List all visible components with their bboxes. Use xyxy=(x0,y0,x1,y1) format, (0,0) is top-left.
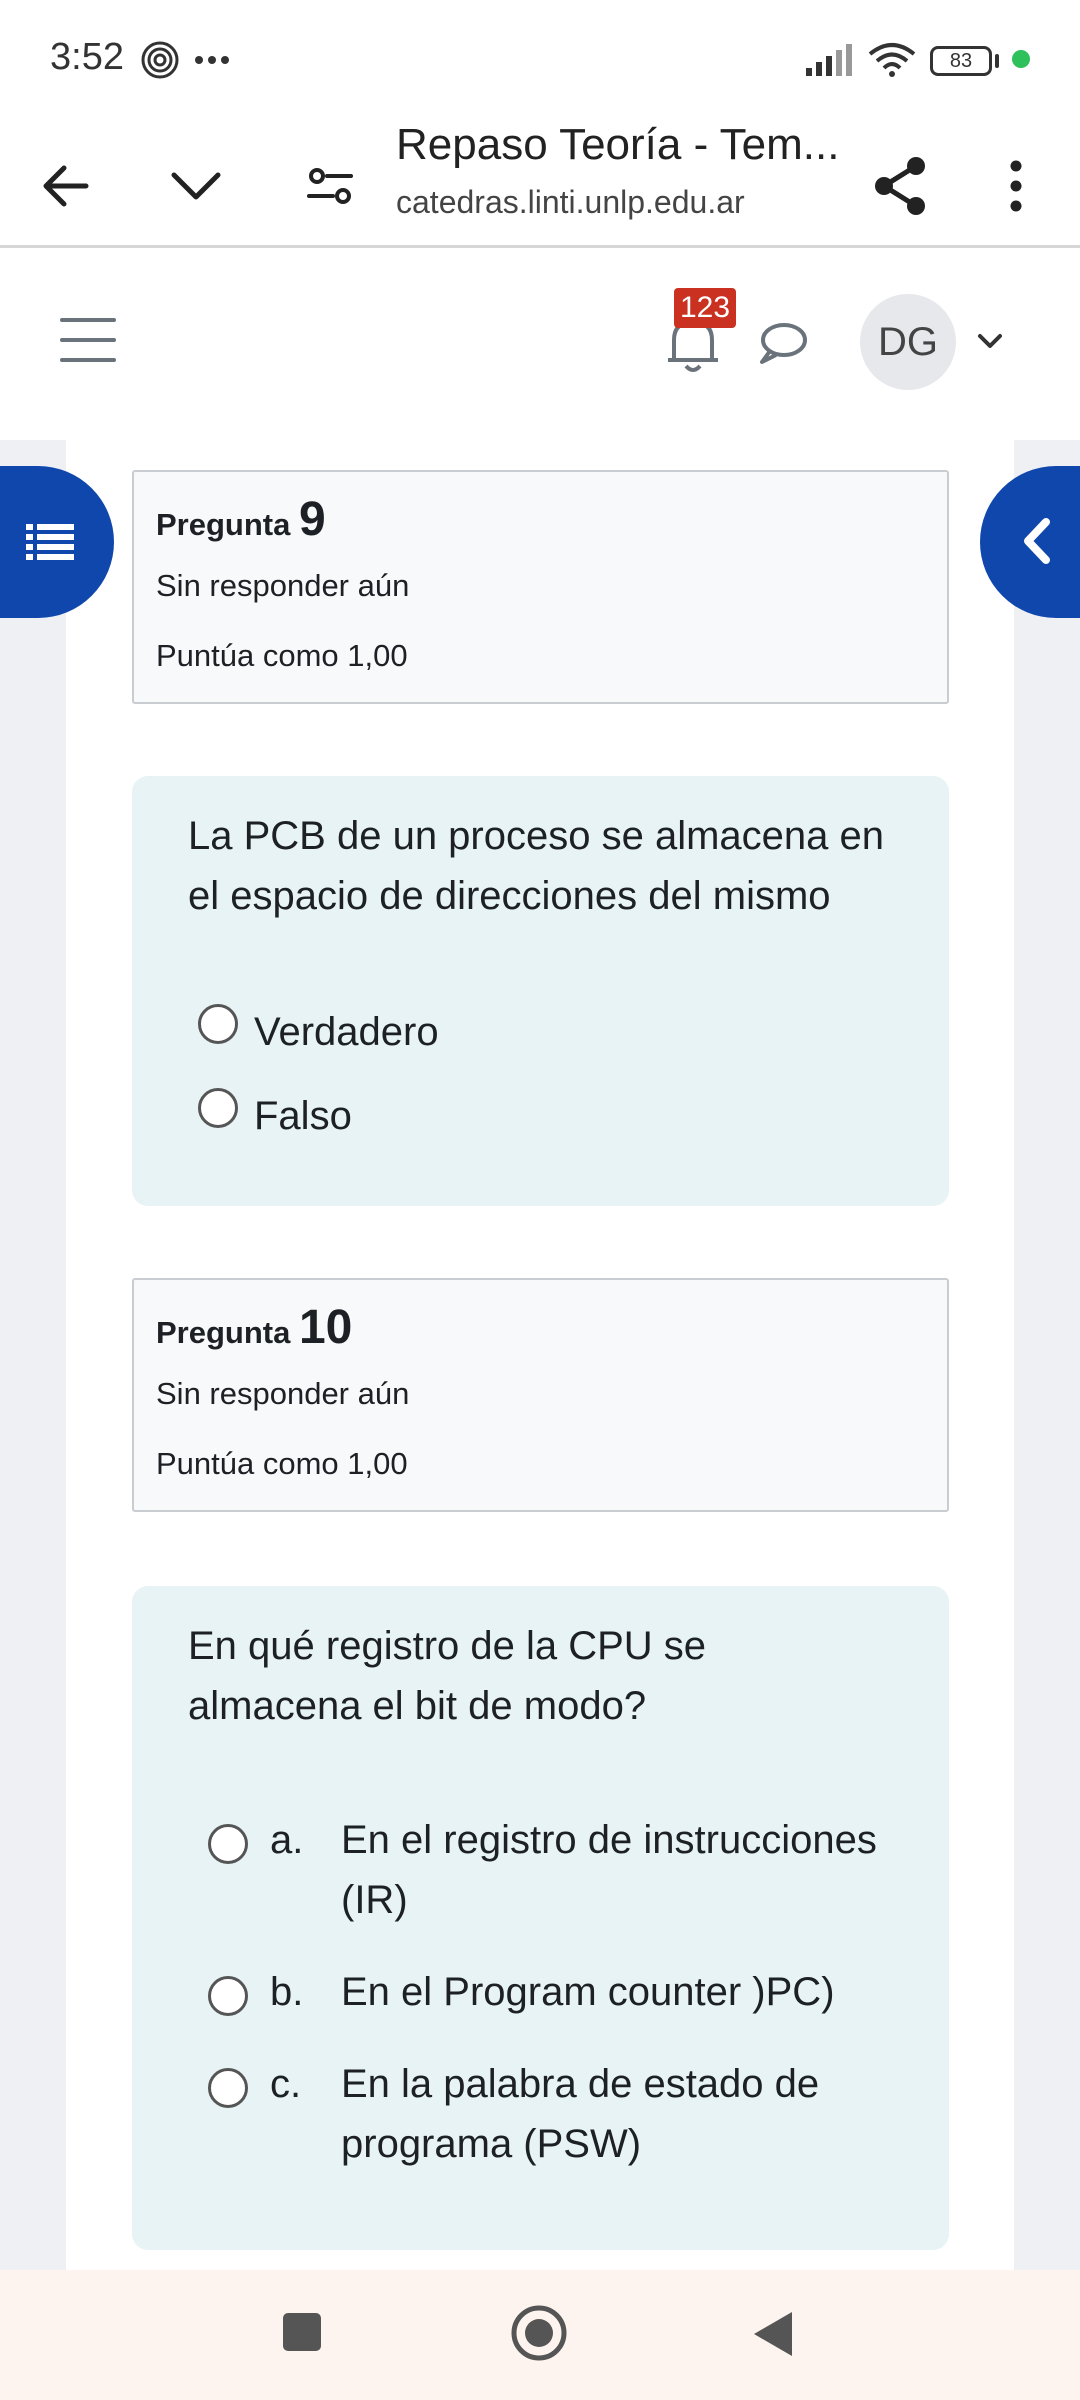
home-circle-icon[interactable] xyxy=(510,2304,568,2362)
radio-option-a[interactable] xyxy=(208,1824,248,1864)
chevron-left-icon xyxy=(1024,518,1050,564)
question-text: La PCB de un proceso se almacena en el e… xyxy=(188,814,884,918)
question-number-value: 9 xyxy=(298,493,326,546)
fingerprint-icon xyxy=(141,41,179,79)
question-content-10: En qué registro de la CPU se almacena el… xyxy=(132,1586,949,2250)
avatar[interactable]: DG xyxy=(860,294,956,390)
question-number: Pregunta 10 xyxy=(156,1300,352,1355)
list-icon xyxy=(26,524,74,560)
wifi-icon xyxy=(868,43,916,77)
privacy-indicator-dot xyxy=(1012,50,1030,68)
question-number-value: 10 xyxy=(298,1301,353,1354)
question-text: En qué registro de la CPU se almacena el… xyxy=(188,1624,707,1728)
site-header: 123 DG xyxy=(0,250,1080,440)
share-icon xyxy=(875,157,925,215)
radio-option-b[interactable] xyxy=(208,1976,248,2016)
battery-icon: 83 xyxy=(930,46,992,76)
minimize-button[interactable] xyxy=(160,150,232,222)
chevron-down-icon xyxy=(171,172,221,200)
system-navigation-bar xyxy=(0,2270,1080,2400)
question-info-10: Pregunta 10 Sin responder aún Puntúa com… xyxy=(132,1278,949,1512)
site-settings-button[interactable] xyxy=(294,150,366,222)
menu-icon[interactable] xyxy=(60,318,116,364)
arrow-left-icon xyxy=(43,165,89,207)
question-grade: Puntúa como 1,00 xyxy=(156,1446,408,1481)
chevron-down-icon[interactable] xyxy=(976,332,1004,352)
option-label[interactable]: Falso xyxy=(254,1086,352,1146)
question-state: Sin responder aún xyxy=(156,1376,410,1411)
question-number: Pregunta 9 xyxy=(156,492,326,547)
browser-toolbar: Repaso Teoría - Tem... catedras.linti.un… xyxy=(0,120,1080,248)
question-content-9: La PCB de un proceso se almacena en el e… xyxy=(132,776,949,1206)
option-label[interactable]: En la palabra de estado de programa (PSW… xyxy=(341,2054,901,2174)
option-label[interactable]: Verdadero xyxy=(254,1002,439,1062)
page-url[interactable]: catedras.linti.unlp.edu.ar xyxy=(396,184,745,221)
option-label[interactable]: En el registro de instrucciones (IR) xyxy=(341,1810,901,1930)
status-bar: 3:52 83 xyxy=(0,0,1080,120)
back-button[interactable] xyxy=(30,150,102,222)
question-info-9: Pregunta 9 Sin responder aún Puntúa como… xyxy=(132,470,949,704)
radio-option-c[interactable] xyxy=(208,2068,248,2108)
option-letter: c. xyxy=(270,2062,302,2106)
back-triangle-icon[interactable] xyxy=(752,2310,794,2358)
notification-count-badge: 123 xyxy=(674,288,736,328)
option-label[interactable]: En el Program counter )PC) xyxy=(341,1962,901,2022)
question-number-label: Pregunta xyxy=(156,507,291,542)
question-state: Sin responder aún xyxy=(156,568,410,603)
signal-icon xyxy=(806,44,852,76)
more-dots-icon xyxy=(195,56,229,64)
status-time: 3:52 xyxy=(50,36,124,78)
question-number-label: Pregunta xyxy=(156,1315,291,1350)
tune-icon xyxy=(307,168,353,204)
question-grade: Puntúa como 1,00 xyxy=(156,638,408,673)
radio-falso[interactable] xyxy=(198,1088,238,1128)
page-title[interactable]: Repaso Teoría - Tem... xyxy=(396,120,839,170)
share-button[interactable] xyxy=(860,146,940,226)
battery-tip xyxy=(995,54,999,68)
option-letter: a. xyxy=(270,1818,304,1862)
recents-square-icon[interactable] xyxy=(282,2312,322,2352)
radio-verdadero[interactable] xyxy=(198,1004,238,1044)
option-letter: b. xyxy=(270,1970,304,2014)
more-vert-icon xyxy=(1010,160,1022,212)
overflow-menu-button[interactable] xyxy=(980,146,1052,226)
chat-bubble-icon[interactable] xyxy=(756,320,808,366)
